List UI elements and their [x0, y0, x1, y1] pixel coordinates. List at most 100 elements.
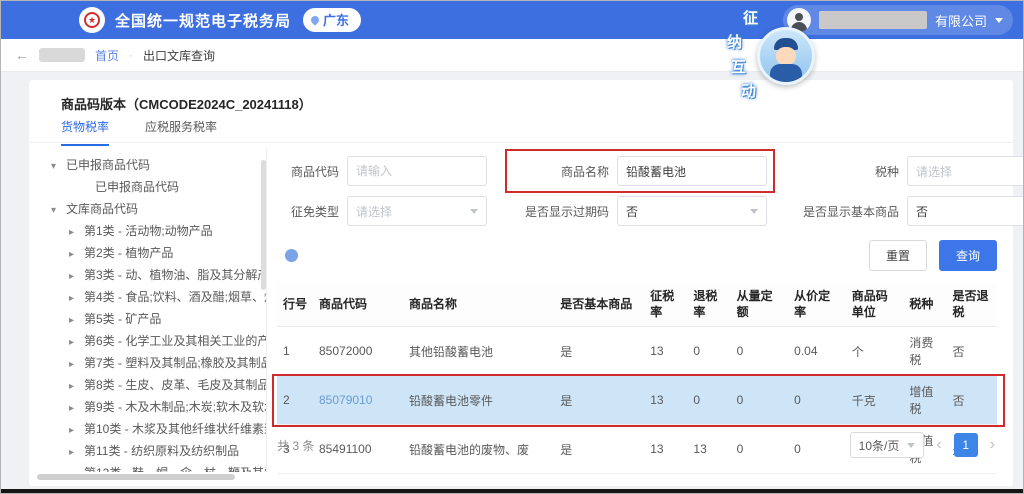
breadcrumb-current: 出口文库查询 — [143, 47, 215, 64]
tree-item-class-11[interactable]: ▸第11类 - 纺织原料及纺织制品 — [37, 440, 266, 462]
breadcrumb: ← 首页 · 出口文库查询 — [1, 39, 1023, 72]
prev-page-icon[interactable]: ‹ — [934, 436, 943, 454]
window-bottom-edge — [1, 489, 1023, 493]
table-header-row: 行号 商品代码 商品名称 是否基本商品 征税率 退税率 从量定额 从价定率 商品… — [277, 283, 997, 327]
table-row-selected[interactable]: 2 85079010 铅酸蓄电池零件 是 13 0 0 0 千克 增值税 否 — [277, 376, 997, 425]
breadcrumb-home[interactable]: 首页 — [95, 47, 119, 64]
caret-icon[interactable]: ▸ — [69, 376, 79, 396]
col-refund-rate: 退税率 — [687, 283, 730, 327]
tree-item-class-2[interactable]: ▸第2类 - 植物产品 — [37, 242, 266, 264]
caret-icon[interactable]: ▸ — [69, 244, 79, 264]
show-expired-label: 是否显示过期码 — [513, 203, 609, 220]
caret-icon[interactable]: ▸ — [69, 222, 79, 242]
filter-row-1: 商品代码 商品名称 税种 请选择 — [277, 156, 997, 186]
chevron-down-icon — [995, 18, 1003, 23]
show-expired-select[interactable]: 否 — [617, 196, 767, 226]
col-price-rate: 从价定率 — [788, 283, 846, 327]
assistant-avatar — [757, 27, 815, 85]
show-basic-select[interactable]: 否 — [907, 196, 1024, 226]
assistant-char: 动 — [741, 80, 756, 101]
region-label: 广东 — [323, 10, 349, 29]
tax-emblem-icon: ★ — [79, 7, 105, 33]
cell-is-basic: 是 — [554, 376, 644, 425]
tree-item-class-7[interactable]: ▸第7类 - 塑料及其制品;橡胶及其制品 — [37, 352, 266, 374]
tree-item-declared-codes-child[interactable]: 已申报商品代码 — [37, 176, 266, 198]
tree-item-class-8[interactable]: ▸第8类 - 生皮、皮革、毛皮及其制品;鞍具及挽具 — [37, 374, 266, 396]
cell-quantity-quota: 0 — [731, 327, 789, 376]
page-size-select[interactable]: 10条/页 — [850, 432, 925, 458]
col-levy-rate: 征税率 — [644, 283, 687, 327]
caret-icon[interactable]: ▸ — [69, 332, 79, 352]
cell-tax-type: 消费税 — [903, 327, 946, 376]
cell-product-name: 铅酸蓄电池零件 — [403, 376, 554, 425]
query-button[interactable]: 查询 — [939, 240, 997, 271]
reset-button[interactable]: 重置 — [869, 240, 927, 271]
cell-refund-rate: 0 — [687, 376, 730, 425]
caret-icon[interactable]: ▸ — [69, 464, 79, 472]
tree-item-class-6[interactable]: ▸第6类 - 化学工业及其相关工业的产品 — [37, 330, 266, 352]
query-panel: 商品代码 商品名称 税种 请选择 征免类型 — [277, 146, 997, 480]
tree-item-class-12[interactable]: ▸第12类 - 鞋、帽、伞、杖、鞭及其零件;已加工的 — [37, 462, 266, 472]
caret-icon[interactable]: ▸ — [69, 398, 79, 418]
tree-item-class-3[interactable]: ▸第3类 - 动、植物油、脂及其分解产品;精制的食用 — [37, 264, 266, 286]
cell-is-refund: 否 — [947, 327, 997, 376]
assistant-char: 互 — [731, 56, 746, 77]
caret-icon[interactable]: ▸ — [69, 442, 79, 462]
cell-quantity-quota: 0 — [731, 376, 789, 425]
tree-item-library-codes[interactable]: ▾文库商品代码 — [37, 198, 266, 220]
caret-icon[interactable]: ▾ — [51, 156, 61, 176]
product-code-field-group: 商品代码 — [277, 156, 487, 186]
app-title: 全国统一规范电子税务局 — [115, 10, 291, 31]
levy-exempt-select[interactable]: 请选择 — [347, 196, 487, 226]
show-expired-field-group: 是否显示过期码 否 — [513, 196, 767, 226]
cell-product-code-link[interactable]: 85079010 — [313, 376, 403, 425]
interaction-assistant-widget[interactable]: 征 纳 互 动 — [717, 1, 827, 101]
cell-tax-type: 增值税 — [903, 376, 946, 425]
tree-item-class-4[interactable]: ▸第4类 - 食品;饮料、酒及醋;烟草、烟草及烟草代 — [37, 286, 266, 308]
col-is-basic: 是否基本商品 — [554, 283, 644, 327]
caret-icon[interactable]: ▾ — [51, 200, 61, 220]
back-arrow-icon[interactable]: ← — [15, 47, 29, 63]
product-name-input[interactable] — [617, 156, 767, 186]
tree-horizontal-scrollbar[interactable] — [37, 474, 235, 480]
category-tree: ▾已申报商品代码 已申报商品代码 ▾文库商品代码 ▸第1类 - 活动物;动物产品… — [37, 148, 267, 472]
col-quantity-quota: 从量定额 — [731, 283, 789, 327]
tree-item-class-10[interactable]: ▸第10类 - 木浆及其他纤维状纤维素浆;回收（废碎 — [37, 418, 266, 440]
cell-is-refund: 否 — [947, 376, 997, 425]
tree-vertical-scrollbar[interactable] — [261, 160, 266, 290]
assistant-char: 征 — [743, 7, 758, 28]
col-tax-type: 税种 — [903, 283, 946, 327]
caret-icon[interactable]: ▸ — [69, 420, 79, 440]
screenshot-frame: ★ 全国统一规范电子税务局 广东 有限公司 征 纳 互 动 ← 首页 · 出口文… — [0, 0, 1024, 494]
region-selector[interactable]: 广东 — [303, 8, 361, 32]
cell-refund-rate: 0 — [687, 327, 730, 376]
tax-type-select[interactable]: 请选择 — [907, 156, 1024, 186]
tree-item-class-1[interactable]: ▸第1类 - 活动物;动物产品 — [37, 220, 266, 242]
page-number-button[interactable]: 1 — [954, 433, 978, 457]
cell-unit: 个 — [846, 327, 904, 376]
tree-item-class-5[interactable]: ▸第5类 - 矿产品 — [37, 308, 266, 330]
col-product-code: 商品代码 — [313, 283, 403, 327]
show-basic-field-group: 是否显示基本商品 否 — [795, 196, 1024, 226]
chevron-down-icon — [750, 209, 758, 214]
redacted-company-name — [819, 11, 927, 29]
settings-icon[interactable] — [285, 249, 298, 262]
caret-icon[interactable]: ▸ — [69, 266, 79, 286]
tax-type-label: 税种 — [795, 163, 899, 180]
table-row[interactable]: 1 85072000 其他铅酸蓄电池 是 13 0 0 0.04 个 消费税 否 — [277, 327, 997, 376]
col-product-name: 商品名称 — [403, 283, 554, 327]
next-page-icon[interactable]: › — [988, 436, 997, 454]
levy-exempt-label: 征免类型 — [277, 203, 339, 220]
caret-icon[interactable]: ▸ — [69, 310, 79, 330]
breadcrumb-separator: · — [129, 48, 133, 62]
tax-type-field-group: 税种 请选择 — [795, 156, 1024, 186]
tree-item-declared-codes[interactable]: ▾已申报商品代码 — [37, 154, 266, 176]
tree-item-class-9[interactable]: ▸第9类 - 木及木制品;木炭;软木及软木制品;稻草 — [37, 396, 266, 418]
cell-product-code: 85072000 — [313, 327, 403, 376]
location-pin-icon — [309, 14, 320, 25]
caret-icon[interactable]: ▸ — [69, 288, 79, 308]
product-code-label: 商品代码 — [277, 163, 339, 180]
product-code-input[interactable] — [347, 156, 487, 186]
page-title: 商品码版本（CMCODE2024C_20241118） — [61, 94, 312, 113]
caret-icon[interactable]: ▸ — [69, 354, 79, 374]
